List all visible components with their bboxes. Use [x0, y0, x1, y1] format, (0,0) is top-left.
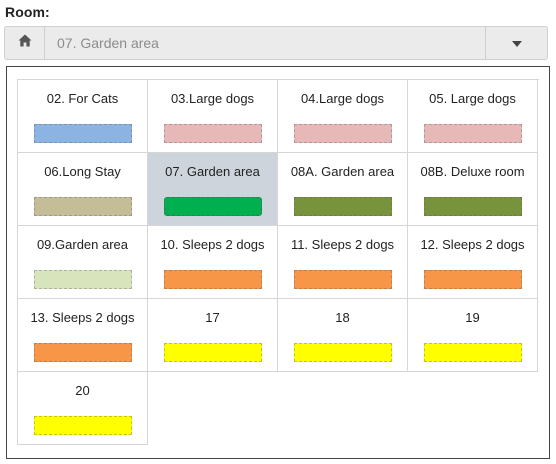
- room-option[interactable]: 06.Long Stay: [18, 153, 148, 226]
- room-option[interactable]: 04.Large dogs: [278, 80, 408, 153]
- room-color-swatch: [294, 343, 392, 362]
- room-select[interactable]: 07. Garden area: [4, 26, 548, 60]
- room-option[interactable]: 07. Garden area: [148, 153, 278, 226]
- room-option[interactable]: 20: [18, 372, 148, 445]
- room-color-swatch: [34, 270, 132, 289]
- select-icon-box: [5, 27, 45, 59]
- caret-down-icon: [511, 34, 522, 52]
- room-option-label: 13. Sleeps 2 dogs: [30, 310, 135, 325]
- room-option[interactable]: 18: [278, 299, 408, 372]
- room-option[interactable]: 09.Garden area: [18, 226, 148, 299]
- room-option[interactable]: 08B. Deluxe room: [408, 153, 538, 226]
- room-option-label: 10. Sleeps 2 dogs: [160, 237, 265, 252]
- room-option[interactable]: 02. For Cats: [18, 80, 148, 153]
- room-color-swatch: [424, 124, 522, 143]
- room-option-label: 08A. Garden area: [290, 164, 395, 179]
- room-color-swatch: [424, 270, 522, 289]
- room-option-label: 04.Large dogs: [300, 91, 385, 106]
- room-option-label: 19: [465, 310, 480, 325]
- room-color-swatch: [294, 270, 392, 289]
- room-option[interactable]: 11. Sleeps 2 dogs: [278, 226, 408, 299]
- room-color-swatch: [34, 197, 132, 216]
- room-color-swatch: [164, 197, 262, 216]
- room-option[interactable]: 03.Large dogs: [148, 80, 278, 153]
- room-option-label: 08B. Deluxe room: [420, 164, 525, 179]
- room-option[interactable]: 13. Sleeps 2 dogs: [18, 299, 148, 372]
- room-option[interactable]: 08A. Garden area: [278, 153, 408, 226]
- room-color-swatch: [294, 197, 392, 216]
- room-option[interactable]: 17: [148, 299, 278, 372]
- room-option-label: 18: [335, 310, 350, 325]
- room-option-label: 11. Sleeps 2 dogs: [290, 237, 395, 252]
- room-dropdown-panel: 02. For Cats 03.Large dogs 04.Large dogs 05…: [6, 66, 550, 459]
- room-color-swatch: [294, 124, 392, 143]
- room-color-swatch: [424, 197, 522, 216]
- room-option[interactable]: 19: [408, 299, 538, 372]
- home-icon: [18, 34, 32, 52]
- room-option-label: 05. Large dogs: [429, 91, 516, 106]
- room-option-label: 20: [75, 383, 90, 398]
- room-option-label: 03.Large dogs: [170, 91, 255, 106]
- room-color-swatch: [164, 343, 262, 362]
- room-color-swatch: [424, 343, 522, 362]
- room-option-label: 12. Sleeps 2 dogs: [420, 237, 525, 252]
- select-value[interactable]: 07. Garden area: [45, 27, 485, 59]
- room-color-swatch: [34, 416, 132, 435]
- room-grid: 02. For Cats 03.Large dogs 04.Large dogs 05…: [17, 79, 539, 445]
- select-caret-button[interactable]: [485, 27, 547, 59]
- room-option[interactable]: 10. Sleeps 2 dogs: [148, 226, 278, 299]
- room-option-label: 06.Long Stay: [44, 164, 121, 179]
- room-option-label: 02. For Cats: [46, 91, 119, 106]
- room-color-swatch: [34, 124, 132, 143]
- room-option-label: 09.Garden area: [36, 237, 129, 252]
- room-option-label: 17: [205, 310, 220, 325]
- room-color-swatch: [164, 124, 262, 143]
- room-option-label: 07. Garden area: [165, 164, 260, 179]
- room-option[interactable]: 05. Large dogs: [408, 80, 538, 153]
- room-label: Room:: [5, 4, 50, 20]
- room-color-swatch: [164, 270, 262, 289]
- room-color-swatch: [34, 343, 132, 362]
- room-option[interactable]: 12. Sleeps 2 dogs: [408, 226, 538, 299]
